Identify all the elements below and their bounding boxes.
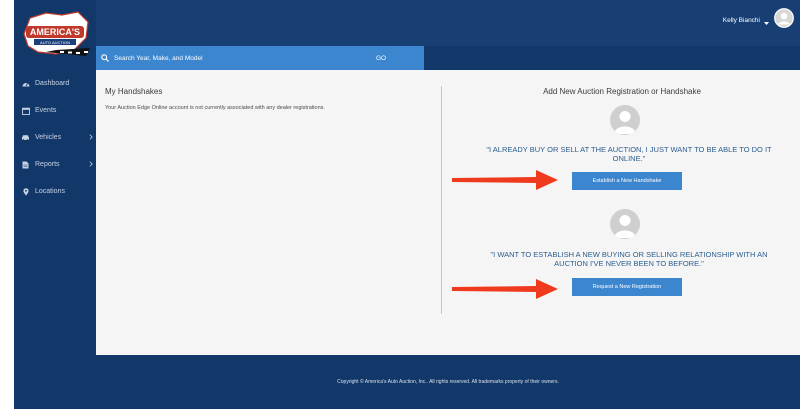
copyright-text: Copyright © America's Auto Auction, Inc.… [337, 379, 559, 385]
sidebar-nav: Dashboard Events Vehicles Reports Locati… [14, 70, 96, 205]
sidebar-item-locations[interactable]: Locations [14, 178, 96, 205]
chevron-right-icon [89, 161, 93, 169]
add-new-title: Add New Auction Registration or Handshak… [543, 87, 701, 96]
no-registrations-message: Your Auction Edge Online account is not … [105, 105, 325, 111]
document-icon [21, 160, 30, 169]
user-placeholder-icon [610, 209, 640, 239]
brand-logo[interactable]: AMERICA'S AUTO AUCTION [16, 4, 94, 64]
app-window: AMERICA'S AUTO AUCTION Dashboard Events [14, 0, 800, 409]
main-content: My Handshakes Your Auction Edge Online a… [96, 70, 800, 355]
search-icon [101, 49, 109, 67]
column-divider [441, 86, 442, 314]
sidebar: AMERICA'S AUTO AUCTION Dashboard Events [14, 0, 96, 409]
sidebar-item-dashboard[interactable]: Dashboard [14, 70, 96, 97]
sidebar-item-label: Locations [35, 188, 65, 195]
establish-handshake-button[interactable]: Establish a New Handshake [572, 172, 682, 190]
calendar-icon [21, 106, 30, 115]
my-handshakes-title: My Handshakes [105, 87, 163, 96]
search-bar: GO [96, 46, 424, 70]
car-icon [21, 133, 30, 142]
caret-down-icon [764, 12, 769, 30]
sidebar-item-label: Vehicles [35, 134, 62, 141]
sidebar-item-events[interactable]: Events [14, 97, 96, 124]
dashboard-icon [21, 79, 30, 88]
arrow-right-icon [452, 279, 558, 299]
user-placeholder-icon [610, 105, 640, 135]
user-menu[interactable]: Kelly Bianchi [723, 8, 794, 33]
request-registration-button[interactable]: Request a New Registration [572, 278, 682, 296]
arrow-right-icon [452, 170, 558, 190]
sidebar-item-vehicles[interactable]: Vehicles [14, 124, 96, 151]
search-input[interactable] [114, 54, 364, 62]
svg-text:AUTO AUCTION: AUTO AUCTION [40, 40, 70, 45]
map-marker-icon [21, 187, 30, 196]
sidebar-item-label: Reports [35, 161, 60, 168]
top-bar: Kelly Bianchi [96, 0, 800, 46]
user-avatar-icon [774, 8, 794, 33]
user-name: Kelly Bianchi [722, 17, 760, 24]
registration-quote: "I want to establish a new buying or sel… [490, 250, 768, 268]
sidebar-item-label: Dashboard [35, 80, 70, 87]
svg-text:AMERICA'S: AMERICA'S [30, 27, 80, 37]
handshake-quote: "I already buy or sell at the auction, I… [486, 145, 772, 163]
chevron-right-icon [89, 134, 93, 142]
sidebar-item-label: Events [35, 107, 57, 114]
search-go-button[interactable]: GO [376, 55, 386, 62]
footer: Copyright © America's Auto Auction, Inc.… [96, 355, 800, 409]
sidebar-item-reports[interactable]: Reports [14, 151, 96, 178]
